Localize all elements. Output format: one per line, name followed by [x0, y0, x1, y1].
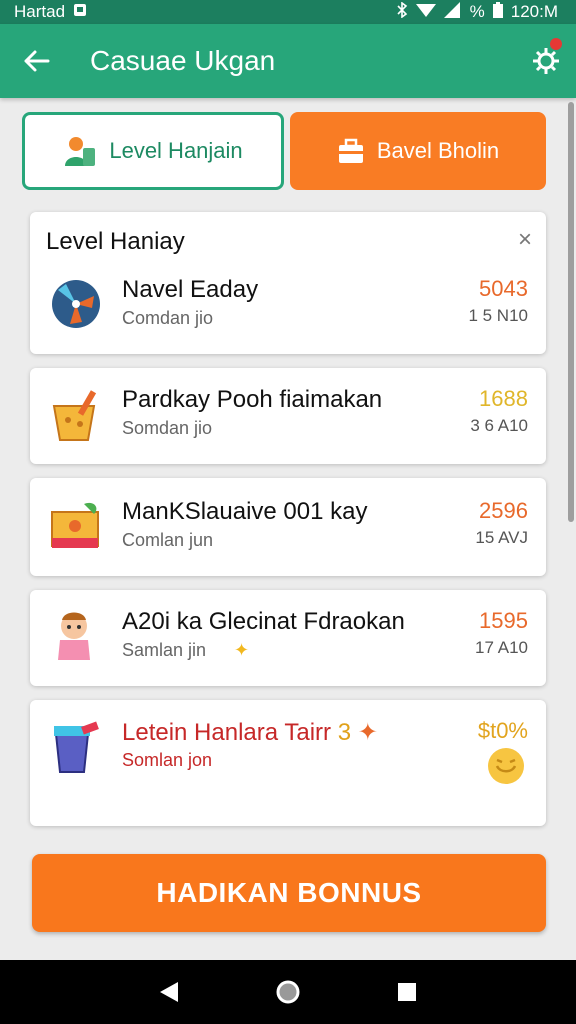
fan-icon — [52, 280, 100, 328]
notifications-button[interactable] — [516, 24, 576, 98]
list-item[interactable]: ManKSlauaive 001 kay Comlan jun 2596 15 … — [30, 478, 546, 576]
item-score: 1688 — [479, 386, 528, 411]
item-subtitle: Somlan jon — [122, 750, 213, 770]
box-icon — [51, 502, 99, 548]
item-subtitle: Somdan jio — [122, 418, 213, 438]
notification-badge — [550, 38, 562, 50]
item-title-suffix: 3 — [337, 719, 352, 746]
app-title: Casuae Ukgan — [90, 45, 276, 76]
tab-bavel[interactable]: Bavel Bholin — [290, 112, 546, 190]
status-bar: Hartad % 120:M — [0, 0, 576, 24]
bluetooth-icon — [396, 0, 408, 23]
list-item[interactable]: A20i ka Glecinat Fdraokan Samlan jin ✦ 1… — [30, 590, 546, 686]
tab-level-label: Level Hanjain — [109, 138, 243, 163]
bonus-button[interactable]: HADIKAN BONNUS — [32, 854, 546, 932]
cup-icon — [52, 390, 97, 441]
star-icon: ✦ — [357, 719, 378, 746]
item-meta: 17 A10 — [475, 638, 528, 657]
briefcase-icon — [338, 138, 363, 163]
tab-bavel-label: Bavel Bholin — [376, 138, 500, 163]
battery-percent: % — [469, 2, 485, 21]
item-meta: 3 6 A10 — [470, 416, 528, 435]
notification-icon — [73, 2, 87, 22]
close-icon[interactable]: × — [518, 226, 532, 254]
scrollbar[interactable] — [568, 102, 574, 522]
triangle-back-icon — [160, 982, 179, 1002]
back-button[interactable] — [0, 24, 72, 98]
nav-home-button[interactable] — [268, 972, 308, 1012]
system-nav-bar — [0, 960, 576, 1024]
item-title: Letein Hanlara Tairr 3 ✦ — [122, 718, 378, 747]
nav-back-button[interactable] — [149, 972, 189, 1012]
list-item[interactable]: Pardkay Pooh fiaimakan Somdan jio 1688 3… — [30, 368, 546, 464]
circle-home-icon — [276, 980, 300, 1004]
tab-bar: Level Hanjain Bavel Bholin — [22, 112, 548, 192]
item-title-text: Letein Hanlara Tairr — [122, 719, 332, 746]
item-score: 1595 — [479, 608, 528, 633]
smiley-icon — [488, 748, 524, 784]
item-score: 2596 — [479, 498, 528, 523]
item-title: Navel Eaday — [122, 276, 259, 303]
star-icon: ✦ — [234, 640, 250, 660]
baby-icon — [58, 612, 90, 660]
battery-icon — [492, 1, 503, 23]
item-subtitle: Samlan jin — [122, 640, 207, 660]
person-icon — [65, 137, 96, 166]
item-subtitle: Comdan jio — [122, 308, 214, 328]
main-content: Level Hanjain Bavel Bholin Level Haniay … — [0, 98, 576, 960]
signal-icon — [443, 1, 462, 23]
item-subtitle: Comlan jun — [122, 530, 214, 550]
item-score: $t0% — [477, 718, 528, 743]
item-title: A20i ka Glecinat Fdraokan — [122, 608, 405, 635]
wifi-icon — [415, 2, 436, 23]
clock: 120:M — [510, 2, 558, 21]
card-header-title: Level Haniay — [46, 228, 185, 255]
list-item[interactable]: Level Haniay × Navel Eaday Comdan jio 50… — [30, 212, 546, 354]
list-item[interactable]: Letein Hanlara Tairr 3 ✦ Somlan jon $t0% — [30, 700, 546, 826]
item-title: ManKSlauaive 001 kay — [122, 498, 368, 525]
tab-level[interactable]: Level Hanjain — [22, 112, 284, 190]
carrier-label: Hartad — [14, 2, 66, 21]
item-meta: 15 AVJ — [475, 528, 528, 547]
trash-bin-icon — [54, 721, 99, 773]
app-bar: Casuae Ukgan — [0, 24, 576, 98]
item-title: Pardkay Pooh fiaimakan — [122, 386, 383, 413]
item-meta: 1 5 N10 — [468, 306, 528, 325]
arrow-left-icon — [24, 50, 50, 72]
nav-recents-button[interactable] — [387, 972, 427, 1012]
gear-icon — [533, 48, 559, 74]
square-recents-icon — [397, 983, 416, 1001]
item-score: 5043 — [479, 276, 528, 301]
